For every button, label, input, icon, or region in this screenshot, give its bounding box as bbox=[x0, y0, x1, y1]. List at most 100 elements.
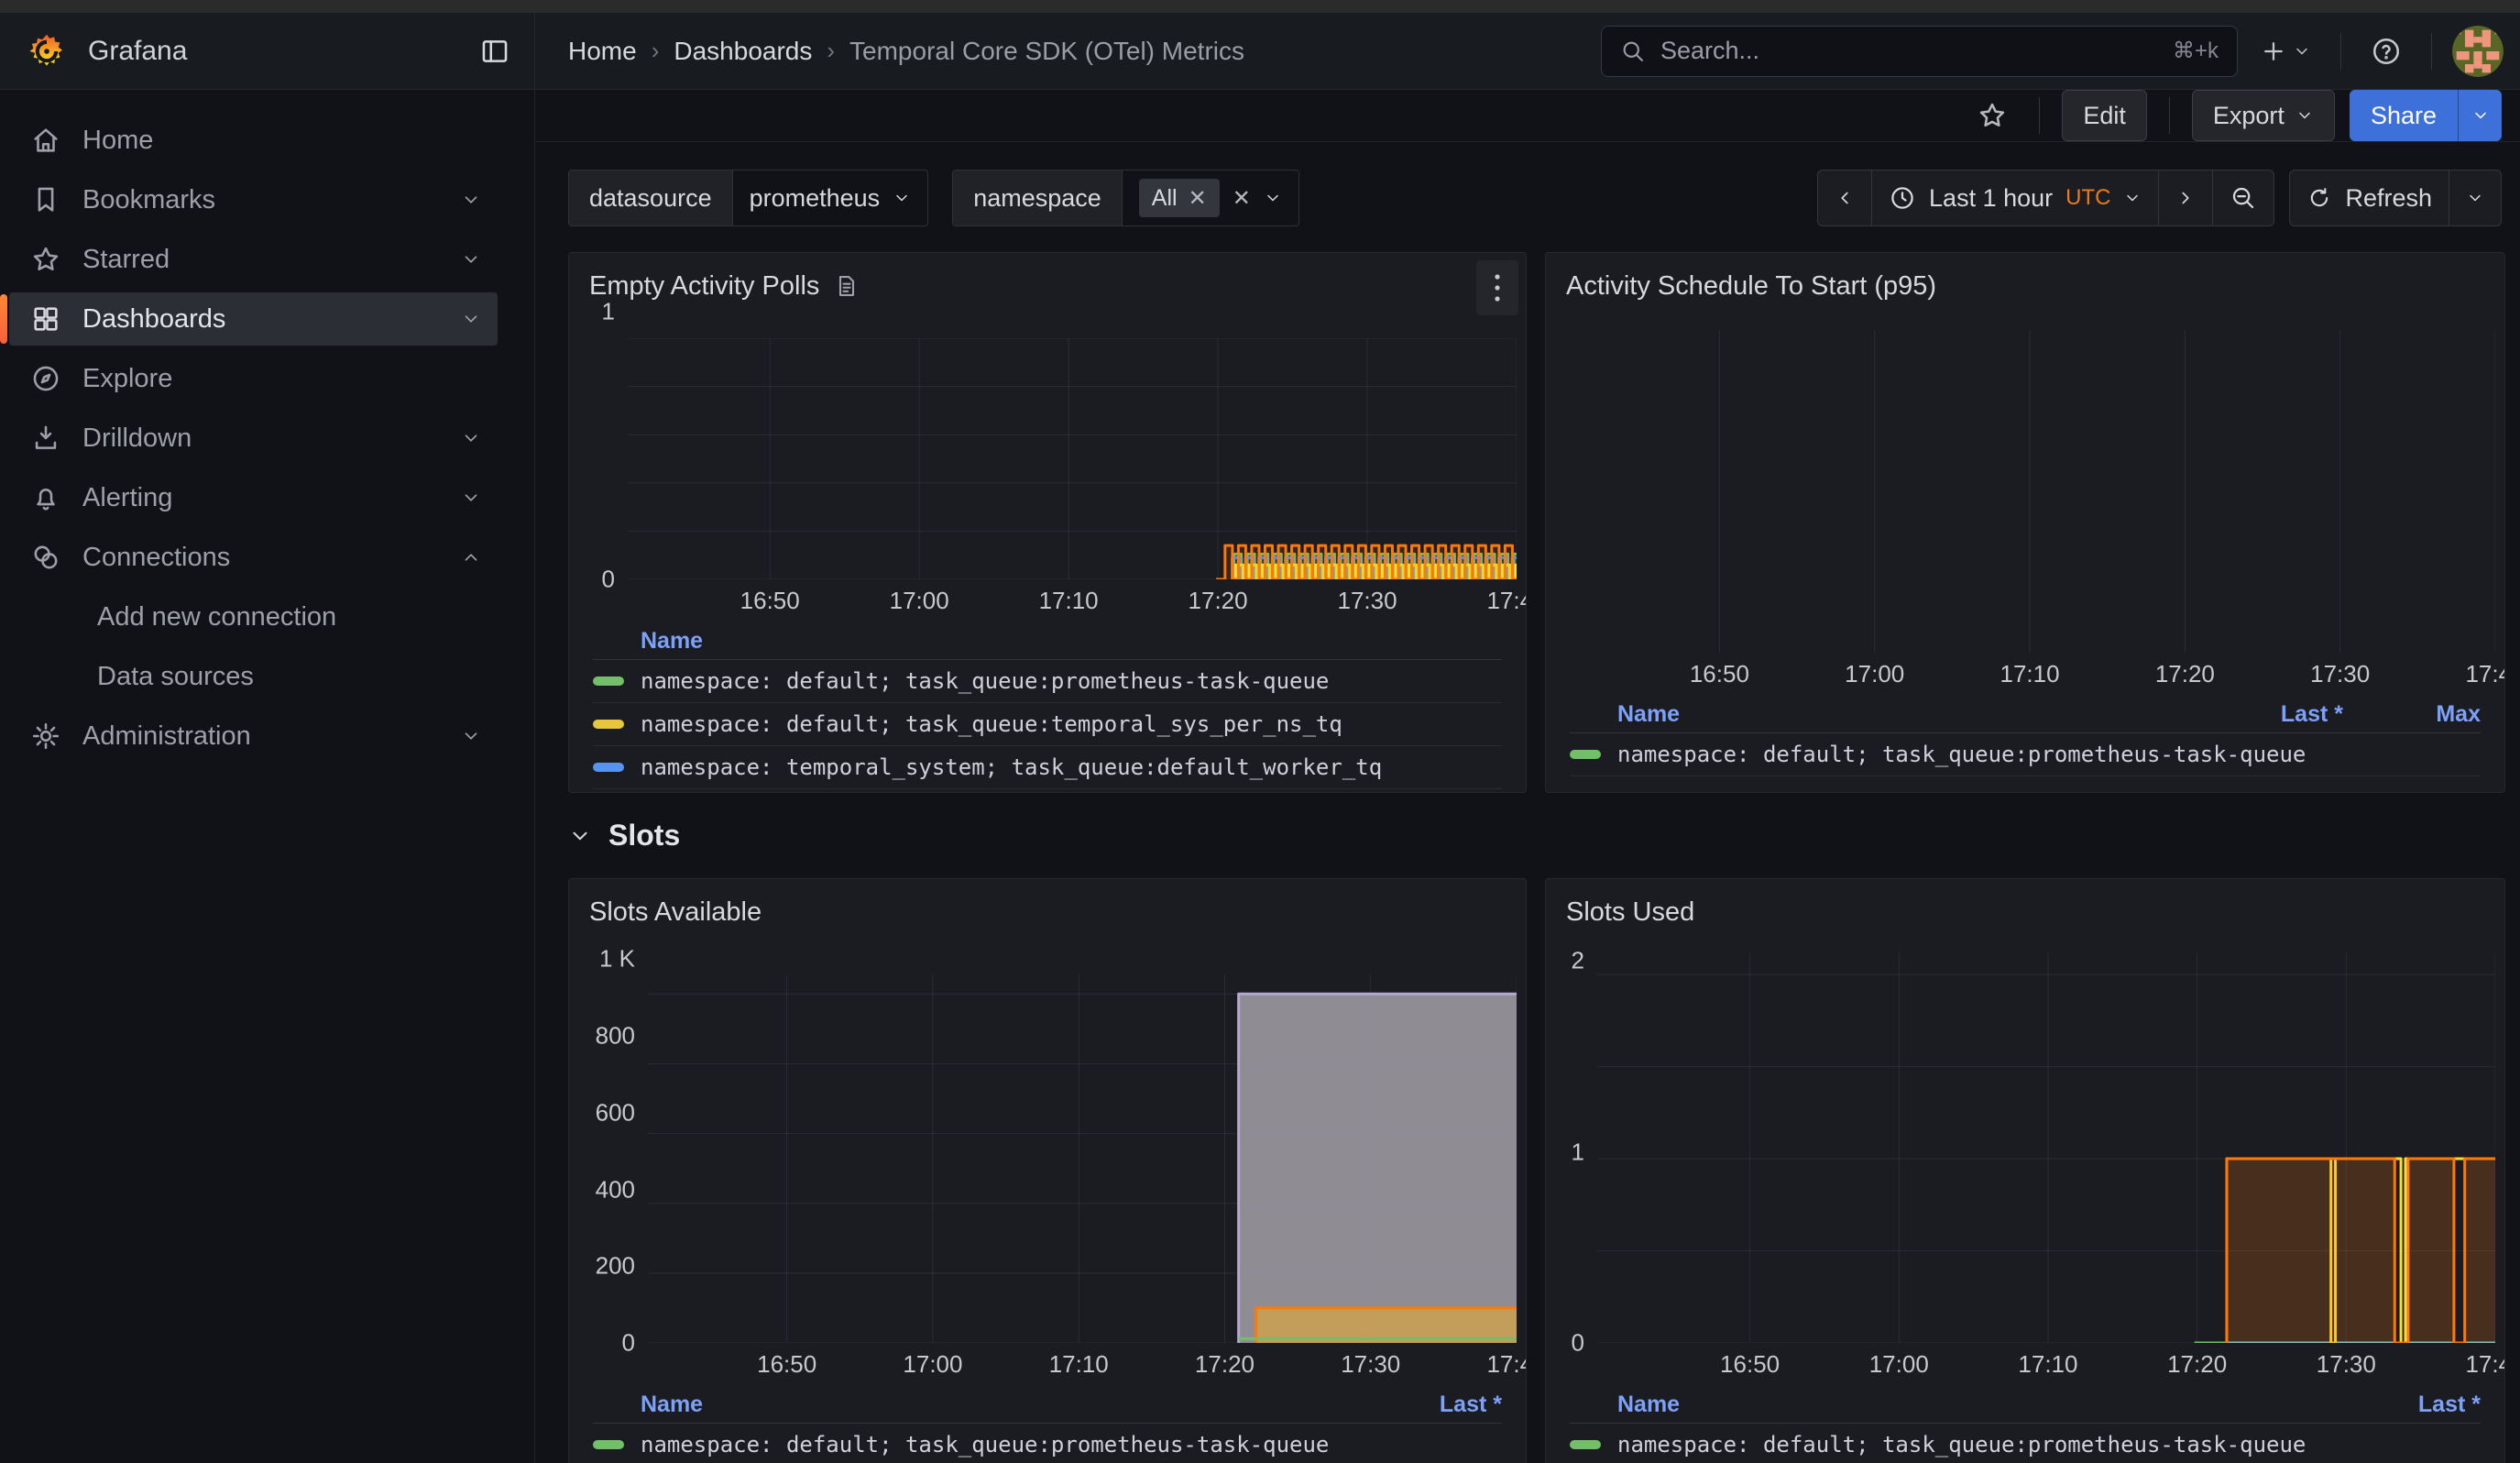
time-range-group: Last 1 hour UTC bbox=[1817, 170, 2274, 226]
x-axis-labels: 16:5017:0017:1017:2017:3017:40 bbox=[1597, 1343, 2495, 1387]
plot-area[interactable] bbox=[648, 974, 1517, 1343]
sidebar-item-starred[interactable]: Starred bbox=[9, 233, 498, 286]
sidebar-item-label: Starred bbox=[82, 245, 441, 275]
time-shift-forward-button[interactable] bbox=[2158, 170, 2212, 226]
legend-row[interactable]: namespace: default; task_queue:prometheu… bbox=[1570, 733, 2481, 776]
sidebar-item-home[interactable]: Home bbox=[9, 114, 498, 167]
namespace-select[interactable]: All ✕ ✕ bbox=[1123, 170, 1298, 226]
panel-header[interactable]: Activity Schedule To Start (p95) bbox=[1546, 253, 2504, 312]
gear-icon bbox=[29, 720, 62, 752]
legend-header-last[interactable]: Last * bbox=[1328, 1392, 1502, 1418]
refresh-interval-caret[interactable] bbox=[2449, 170, 2501, 226]
legend-series-label: namespace: default; task_queue:prometheu… bbox=[641, 668, 1329, 694]
legend-row[interactable]: namespace: temporal_system; task_queue:d… bbox=[593, 746, 1502, 789]
legend-header-name[interactable]: Name bbox=[1617, 701, 2169, 728]
chip-remove-icon[interactable]: ✕ bbox=[1189, 185, 1207, 212]
sidebar-item-dashboards[interactable]: Dashboards bbox=[9, 292, 498, 346]
help-icon bbox=[2371, 36, 2402, 67]
x-tick-label: 16:50 bbox=[740, 587, 800, 615]
sidebar-item-explore[interactable]: Explore bbox=[9, 352, 498, 405]
share-menu-caret[interactable] bbox=[2458, 90, 2502, 141]
x-tick-label: 17:20 bbox=[1195, 1350, 1255, 1379]
home-icon bbox=[29, 125, 62, 156]
clear-all-icon[interactable]: ✕ bbox=[1233, 185, 1251, 212]
sidebar-item-add-new-connection[interactable]: Add new connection bbox=[9, 590, 498, 644]
sidebar-item-alerting[interactable]: Alerting bbox=[9, 471, 498, 524]
datasource-select[interactable]: prometheus bbox=[733, 170, 928, 226]
sidebar-item-label: Drilldown bbox=[82, 424, 441, 454]
x-tick-label: 17:00 bbox=[890, 587, 949, 615]
time-shift-back-button[interactable] bbox=[1818, 170, 1871, 226]
zoom-out-button[interactable] bbox=[2212, 170, 2273, 226]
breadcrumb-dashboards[interactable]: Dashboards bbox=[674, 37, 812, 66]
time-controls: Last 1 hour UTC bbox=[1817, 170, 2502, 226]
legend-row[interactable]: namespace: default; task_queue:prometheu… bbox=[1570, 1424, 2481, 1463]
top-navigation-bar: Grafana Home › Dashboards › Temporal Cor… bbox=[0, 13, 2520, 90]
y-tick-label: 400 bbox=[596, 1175, 635, 1204]
panel-header[interactable]: Slots Available bbox=[569, 879, 1526, 938]
legend-header-max[interactable]: Max bbox=[2343, 701, 2481, 728]
y-tick-label: 800 bbox=[596, 1022, 635, 1050]
plus-icon bbox=[2260, 38, 2287, 65]
plot-area[interactable] bbox=[1597, 952, 2495, 1343]
sidebar-item-bookmarks[interactable]: Bookmarks bbox=[9, 173, 498, 226]
panel-title: Slots Used bbox=[1566, 897, 1694, 928]
panel-header[interactable]: Empty Activity Polls bbox=[569, 253, 1526, 312]
user-avatar[interactable] bbox=[2452, 26, 2504, 77]
slots-section-header[interactable]: Slots bbox=[535, 793, 2520, 852]
star-icon bbox=[1977, 100, 2008, 131]
legend-header-last[interactable]: Last * bbox=[2306, 1392, 2481, 1418]
time-range-picker[interactable]: Last 1 hour UTC bbox=[1871, 170, 2158, 226]
favorite-star-button[interactable] bbox=[1967, 100, 2017, 131]
datasource-label: datasource bbox=[569, 170, 733, 226]
x-tick-label: 17:40 bbox=[2465, 660, 2505, 688]
sidebar-item-label: Connections bbox=[82, 543, 441, 573]
x-tick-label: 17:40 bbox=[1486, 1350, 1527, 1379]
sidebar-item-label: Home bbox=[82, 126, 481, 156]
panel-header[interactable]: Slots Used bbox=[1546, 879, 2504, 938]
search-shortcut: ⌘+k bbox=[2173, 38, 2219, 64]
panel-slots-used: Slots Used 21016:5017:0017:1017:2017:301… bbox=[1545, 878, 2505, 1463]
legend-header-name[interactable]: Name bbox=[1617, 1392, 2306, 1418]
panel-description-icon[interactable] bbox=[834, 273, 860, 299]
search-input[interactable]: Search... ⌘+k bbox=[1601, 26, 2238, 77]
plot-area[interactable] bbox=[1561, 330, 2495, 653]
x-axis-labels: 16:5017:0017:1017:2017:3017:40 bbox=[1561, 653, 2495, 697]
sidebar-item-label: Dashboards bbox=[82, 304, 441, 335]
namespace-variable: namespace All ✕ ✕ bbox=[952, 170, 1299, 226]
sidebar-item-data-sources[interactable]: Data sources bbox=[9, 650, 498, 703]
grafana-logo-icon[interactable] bbox=[27, 32, 66, 71]
legend-header-name[interactable]: Name bbox=[641, 1392, 1328, 1418]
search-placeholder: Search... bbox=[1660, 37, 2158, 65]
x-tick-label: 17:10 bbox=[1039, 587, 1099, 615]
share-button[interactable]: Share bbox=[2350, 90, 2458, 141]
breadcrumb-home[interactable]: Home bbox=[568, 37, 637, 66]
chevron-up-icon bbox=[461, 547, 481, 567]
legend-row[interactable]: namespace: default; task_queue:prometheu… bbox=[593, 1424, 1502, 1463]
chevron-down-icon bbox=[2123, 189, 2142, 207]
refresh-button[interactable]: Refresh bbox=[2290, 170, 2449, 226]
legend-header-name[interactable]: Name bbox=[641, 628, 1502, 654]
help-button[interactable] bbox=[2361, 36, 2411, 67]
sidebar-item-connections[interactable]: Connections bbox=[9, 531, 498, 584]
plot-area[interactable] bbox=[628, 338, 1517, 579]
panel-menu-button[interactable] bbox=[1476, 260, 1518, 315]
sidebar-toggle-icon[interactable] bbox=[479, 36, 510, 67]
export-button[interactable]: Export bbox=[2192, 90, 2335, 141]
divider bbox=[2431, 33, 2432, 70]
sidebar-item-label: Data sources bbox=[97, 662, 481, 692]
legend-header-last[interactable]: Last * bbox=[2169, 701, 2343, 728]
namespace-value-chip[interactable]: All ✕ bbox=[1139, 179, 1220, 217]
new-menu-button[interactable] bbox=[2251, 38, 2320, 65]
legend-series-label: namespace: default; task_queue:prometheu… bbox=[1617, 1432, 2306, 1458]
namespace-label: namespace bbox=[953, 170, 1123, 226]
legend-row[interactable]: namespace: default; task_queue:prometheu… bbox=[593, 660, 1502, 703]
chevron-down-icon bbox=[461, 190, 481, 210]
sidebar-item-drilldown[interactable]: Drilldown bbox=[9, 412, 498, 465]
legend-row[interactable]: namespace: default; task_queue:temporal_… bbox=[593, 703, 1502, 746]
variables-and-time-bar: datasource prometheus namespace All ✕ ✕ bbox=[535, 142, 2520, 226]
sidebar-item-administration[interactable]: Administration bbox=[9, 710, 498, 763]
legend-series-label: namespace: default; task_queue:prometheu… bbox=[1617, 742, 2306, 767]
avatar-pixel-art bbox=[2452, 26, 2504, 77]
edit-button[interactable]: Edit bbox=[2062, 90, 2147, 141]
